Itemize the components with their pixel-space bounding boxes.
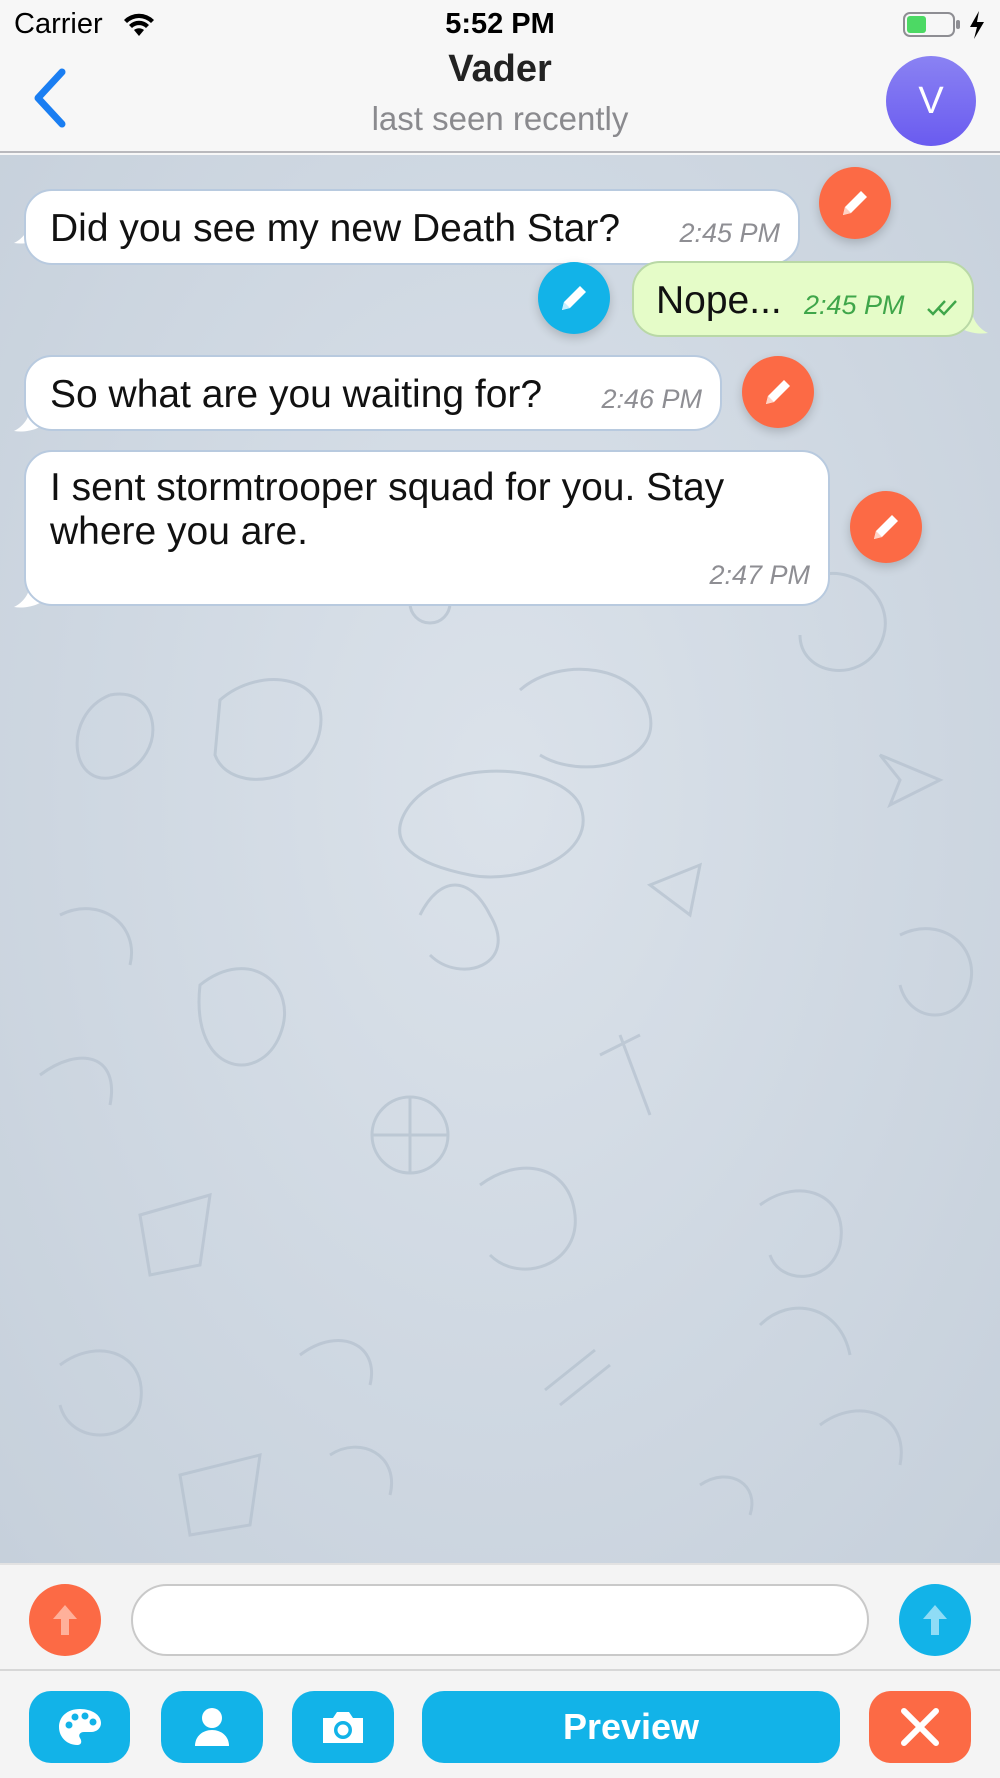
contact-button[interactable] bbox=[161, 1691, 263, 1763]
contact-name: Vader bbox=[448, 48, 552, 90]
bottom-toolbar: Preview bbox=[0, 1669, 1000, 1778]
pencil-icon bbox=[562, 286, 586, 310]
send-outgoing-button[interactable] bbox=[899, 1584, 971, 1656]
theme-button[interactable] bbox=[29, 1691, 130, 1763]
message-time: 2:47 PM bbox=[709, 560, 810, 590]
message-bubble-incoming: So what are you waiting for? 2:46 PM bbox=[24, 355, 722, 431]
message-bubble-outgoing: Nope... 2:45 PM bbox=[632, 261, 974, 337]
palette-icon bbox=[58, 1709, 101, 1745]
chat-header: Vader last seen recently V bbox=[0, 48, 1000, 153]
message-text: Nope... bbox=[656, 279, 782, 322]
contact-avatar[interactable]: V bbox=[886, 56, 976, 146]
message-text: So what are you waiting for? bbox=[50, 373, 543, 416]
message-bubble-incoming: Did you see my new Death Star? 2:45 PM bbox=[24, 189, 800, 265]
camera-button[interactable] bbox=[292, 1691, 394, 1763]
clock: 5:52 PM bbox=[445, 8, 555, 40]
camera-icon bbox=[323, 1712, 363, 1743]
message-bubble-incoming: I sent stormtrooper squad for you. Stay … bbox=[24, 450, 830, 606]
pencil-icon bbox=[766, 380, 790, 404]
edit-message-button[interactable] bbox=[742, 356, 814, 428]
close-icon bbox=[901, 1708, 939, 1746]
battery-icon bbox=[903, 12, 960, 37]
person-icon bbox=[195, 1708, 229, 1746]
status-bar: Carrier 5:52 PM bbox=[0, 0, 1000, 48]
message-text-line: I sent stormtrooper squad for you. Stay bbox=[50, 466, 725, 509]
send-incoming-button[interactable] bbox=[29, 1584, 101, 1656]
message-time: 2:45 PM bbox=[679, 218, 780, 248]
edit-message-button[interactable] bbox=[850, 491, 922, 563]
pencil-icon bbox=[874, 515, 898, 539]
composer-bar bbox=[0, 1563, 1000, 1669]
message-text-line: where you are. bbox=[50, 510, 308, 553]
preview-button[interactable]: Preview bbox=[422, 1691, 840, 1763]
charging-icon bbox=[970, 11, 984, 39]
message-time: 2:45 PM bbox=[804, 290, 905, 320]
message-time: 2:46 PM bbox=[601, 384, 702, 414]
close-button[interactable] bbox=[869, 1691, 971, 1763]
read-receipt-icon bbox=[927, 300, 957, 316]
arrow-up-icon bbox=[53, 1605, 77, 1635]
last-seen-status: last seen recently bbox=[371, 100, 629, 137]
message-text: Did you see my new Death Star? bbox=[50, 207, 621, 250]
chat-area: Did you see my new Death Star? 2:45 PM N… bbox=[0, 155, 1000, 1563]
arrow-up-icon bbox=[923, 1605, 947, 1635]
edit-message-button[interactable] bbox=[538, 262, 610, 334]
message-input[interactable] bbox=[131, 1584, 869, 1656]
edit-message-button[interactable] bbox=[819, 167, 891, 239]
pencil-icon bbox=[843, 191, 867, 215]
